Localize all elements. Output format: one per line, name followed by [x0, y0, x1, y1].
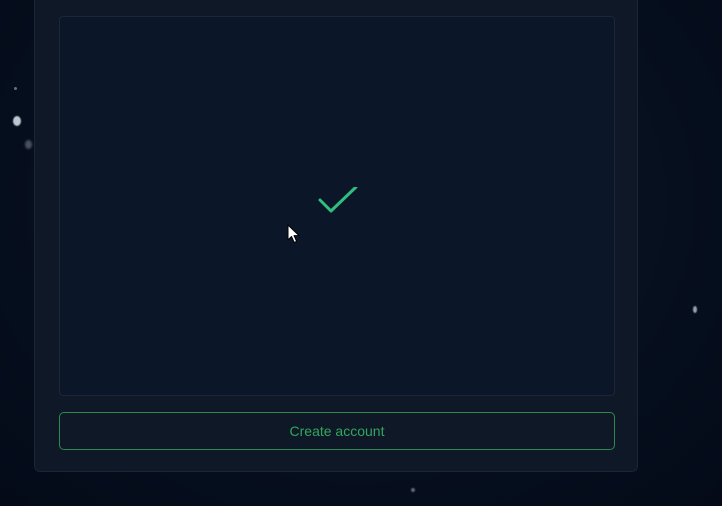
star	[693, 306, 697, 313]
signup-panel: Create account	[34, 0, 638, 472]
checkmark-icon	[318, 187, 358, 213]
mouse-cursor-icon	[287, 224, 300, 243]
star	[411, 488, 415, 492]
star	[13, 116, 21, 126]
star	[25, 140, 32, 149]
star	[14, 87, 17, 90]
verification-frame	[59, 16, 615, 396]
create-account-button[interactable]: Create account	[59, 412, 615, 450]
